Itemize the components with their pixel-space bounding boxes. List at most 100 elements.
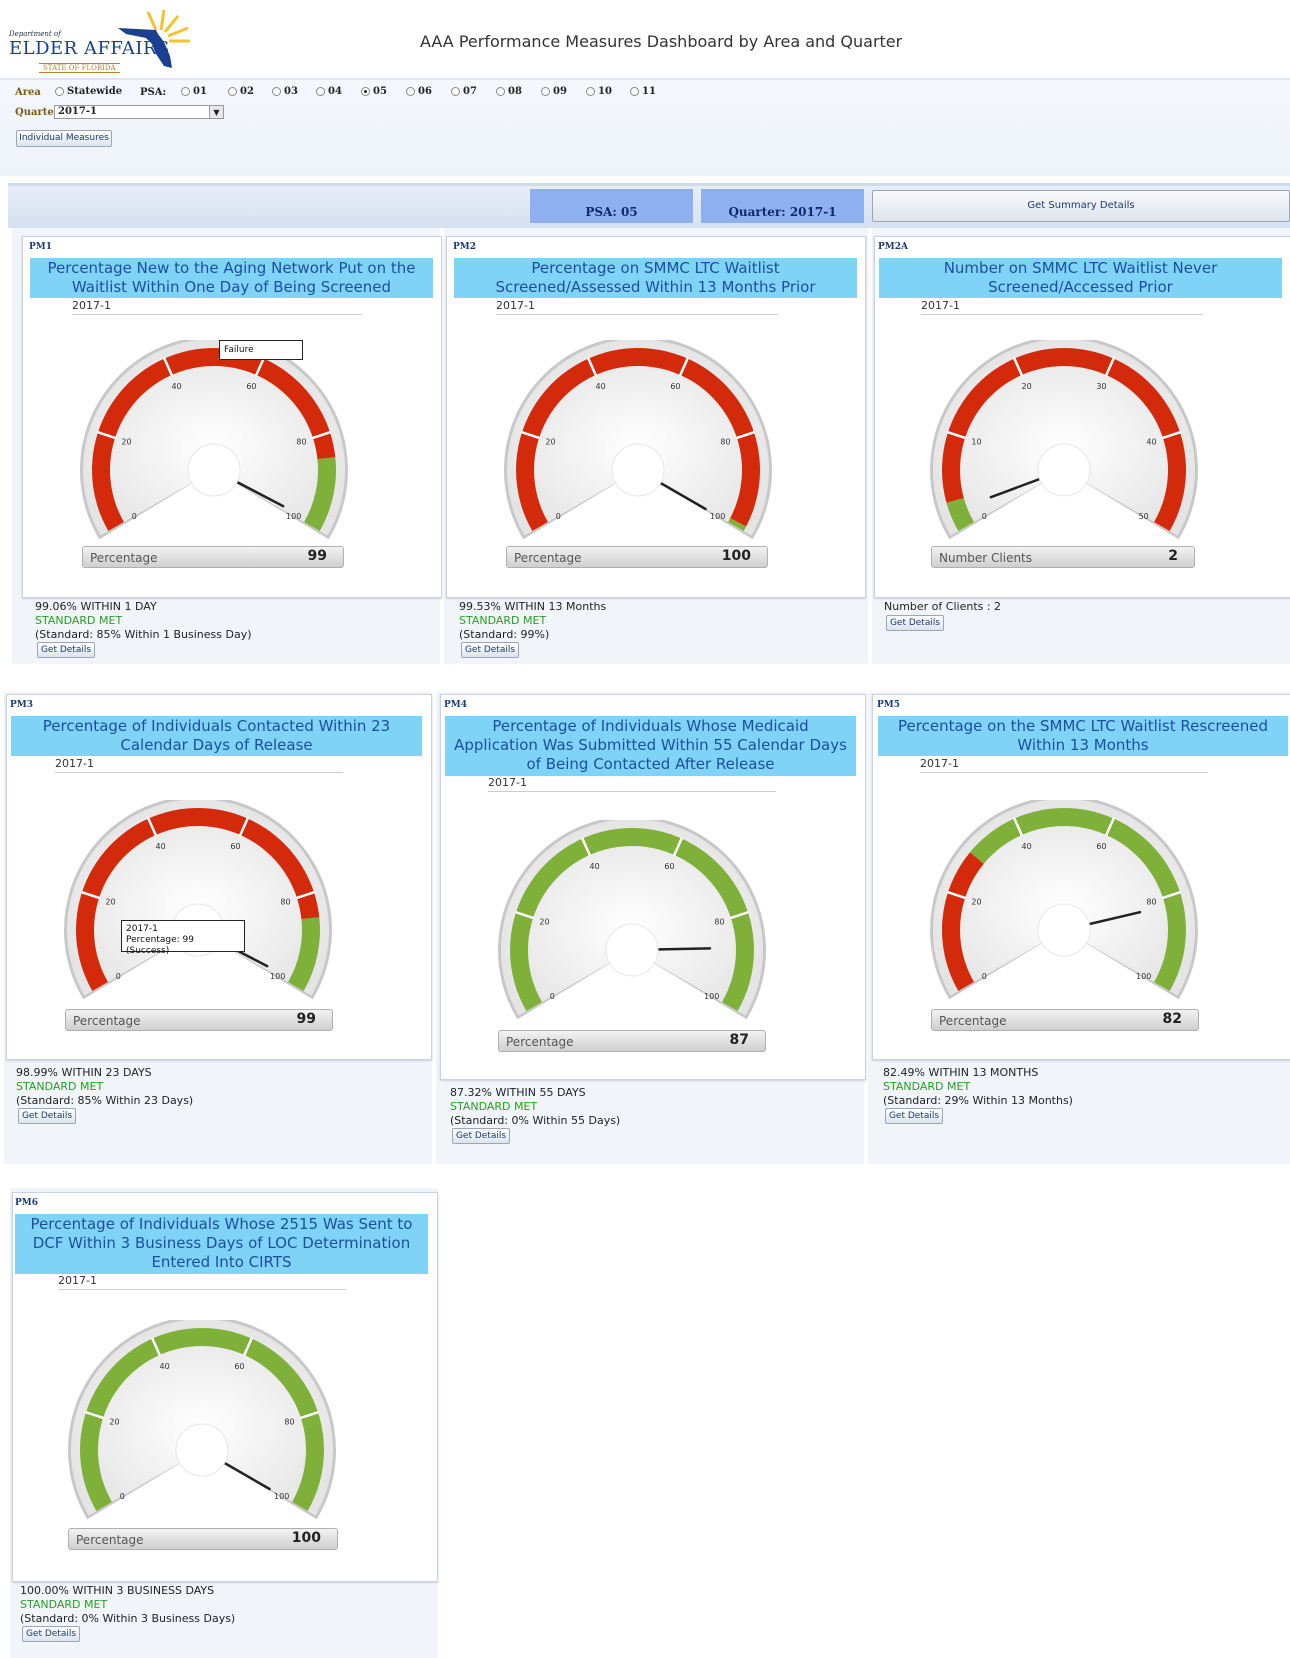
pm5-status: STANDARD MET <box>883 1080 971 1093</box>
pm4-standard: (Standard: 0% Within 55 Days) <box>450 1114 621 1127</box>
pm6-gauge-tick-label-20: 20 <box>109 1418 119 1427</box>
pm6-gauge-tick-label-60: 60 <box>234 1362 244 1371</box>
pm6-gauge-tick-label-80: 80 <box>284 1418 294 1427</box>
pm3-divider <box>55 772 343 773</box>
pm6-readout-label: Percentage <box>76 1533 144 1547</box>
page-title: AAA Performance Measures Dashboard by Ar… <box>420 32 903 51</box>
pm5-result: 82.49% WITHIN 13 MONTHS <box>883 1066 1039 1079</box>
psa-radio-02[interactable]: 02 <box>228 86 254 97</box>
pm2a-get-details-button[interactable]: Get Details <box>886 615 944 631</box>
pm3-tooltip-quarter: 2017-1 <box>126 924 158 934</box>
pm6-divider <box>58 1289 346 1290</box>
pm2-readout-value: 100 <box>721 548 751 564</box>
pm2a-gauge-tick-label-50: 50 <box>1139 512 1149 521</box>
psa-radio-06[interactable]: 06 <box>406 86 432 97</box>
logo-name-text: ELDER AFFAIRS <box>9 38 170 59</box>
radio-circle[interactable] <box>228 87 237 96</box>
pm3-get-details-button[interactable]: Get Details <box>18 1108 76 1124</box>
pm1-readout: Percentage 99 <box>82 546 344 568</box>
pm2-standard: (Standard: 99%) <box>459 628 550 641</box>
pm5-readout-value: 82 <box>1162 1011 1182 1027</box>
radio-circle[interactable] <box>630 87 639 96</box>
pm4-get-details-button[interactable]: Get Details <box>452 1128 510 1144</box>
psa-option-label: 11 <box>642 86 656 97</box>
psa-option-label: 03 <box>284 86 298 97</box>
psa-option-label: 08 <box>508 86 522 97</box>
pm2-title: Percentage on SMMC LTC Waitlist Screened… <box>454 258 857 298</box>
logo-department-text: Department of <box>9 30 61 38</box>
psa-radio-09[interactable]: 09 <box>541 86 567 97</box>
radio-circle[interactable] <box>451 87 460 96</box>
radio-circle[interactable] <box>55 87 64 96</box>
radio-circle-selected[interactable] <box>361 87 370 96</box>
pm2a-readout-label: Number Clients <box>939 551 1033 565</box>
pm6-get-details-button[interactable]: Get Details <box>22 1626 80 1642</box>
pm1-title: Percentage New to the Aging Network Put … <box>30 258 433 298</box>
pm2-get-details-button[interactable]: Get Details <box>461 642 519 658</box>
pm2a-readout: Number Clients 2 <box>931 546 1195 568</box>
radio-circle[interactable] <box>586 87 595 96</box>
quarter-dropdown[interactable]: 2017-1 ▼ <box>54 105 224 119</box>
pm4-gauge-tick-label-80: 80 <box>714 918 724 927</box>
pm2a-gauge-tick-label-40: 40 <box>1146 438 1156 447</box>
pm2a-gauge-tick-label-0: 0 <box>982 512 987 521</box>
psa-radio-03[interactable]: 03 <box>272 86 298 97</box>
radio-circle[interactable] <box>496 87 505 96</box>
pm3-gauge: 0 20 40 60 80 100 <box>56 800 340 1000</box>
pm5-divider <box>920 772 1208 773</box>
radio-circle[interactable] <box>316 87 325 96</box>
radio-circle[interactable] <box>272 87 281 96</box>
pm4-code: PM4 <box>444 700 467 710</box>
pm2a-gauge-tick-label-30: 30 <box>1096 382 1106 391</box>
quarter-summary-box: Quarter: 2017-1 <box>701 189 864 223</box>
pm2a-gauge-svg: 0 10 20 30 40 50 <box>930 340 1198 540</box>
pm5-quarter-label: 2017-1 <box>920 757 959 770</box>
pm5-get-details-button[interactable]: Get Details <box>885 1108 943 1124</box>
pm6-gauge: 0 20 40 60 80 100 <box>60 1320 344 1520</box>
pm1-gauge-tick-label-20: 20 <box>121 438 131 447</box>
pm6-title: Percentage of Individuals Whose 2515 Was… <box>15 1214 428 1274</box>
get-summary-details-button[interactable]: Get Summary Details <box>872 190 1290 222</box>
psa-option-label: 05 <box>373 86 387 97</box>
radio-circle[interactable] <box>406 87 415 96</box>
individual-measures-button[interactable]: Individual Measures <box>16 130 112 147</box>
pm3-status: STANDARD MET <box>16 1080 104 1093</box>
psa-radio-07[interactable]: 07 <box>451 86 477 97</box>
pm2a-code: PM2A <box>878 242 908 252</box>
pm4-readout: Percentage 87 <box>498 1030 766 1052</box>
psa-radio-04[interactable]: 04 <box>316 86 342 97</box>
pm1-readout-value: 99 <box>307 548 327 564</box>
pm5-gauge-tick-label-100: 100 <box>1136 972 1151 981</box>
psa-radio-05[interactable]: 05 <box>361 86 387 97</box>
psa-label: PSA: <box>140 87 167 98</box>
pm5-gauge-svg: 0 20 40 60 80 100 <box>930 800 1198 1000</box>
pm2-gauge-tick-label-20: 20 <box>545 438 555 447</box>
pm5-gauge-tick-label-40: 40 <box>1021 842 1031 851</box>
pm4-quarter-label: 2017-1 <box>488 776 527 789</box>
pm6-readout: Percentage 100 <box>68 1528 338 1550</box>
chevron-down-icon[interactable]: ▼ <box>209 106 223 118</box>
pm4-gauge-hub <box>605 923 659 977</box>
radio-circle[interactable] <box>541 87 550 96</box>
psa-radio-08[interactable]: 08 <box>496 86 522 97</box>
pm2-gauge-tick-label-80: 80 <box>720 438 730 447</box>
pm3-gauge-tick-label-60: 60 <box>230 842 240 851</box>
pm3-gauge-tick-label-40: 40 <box>155 842 165 851</box>
pm2a-gauge-hub <box>1037 443 1091 497</box>
pm3-title: Percentage of Individuals Contacted With… <box>11 716 422 756</box>
pm1-get-details-button[interactable]: Get Details <box>37 642 95 658</box>
pm6-gauge-hub <box>175 1423 229 1477</box>
pm2-divider <box>496 314 778 315</box>
pm1-gauge: 0 20 40 60 80 100 <box>72 340 356 540</box>
pm6-gauge-tick-label-40: 40 <box>159 1362 169 1371</box>
psa-option-label: 10 <box>598 86 612 97</box>
statewide-radio[interactable]: Statewide <box>55 86 122 97</box>
psa-radio-11[interactable]: 11 <box>630 86 656 97</box>
pm3-quarter-label: 2017-1 <box>55 757 94 770</box>
psa-radio-10[interactable]: 10 <box>586 86 612 97</box>
pm2a-title: Number on SMMC LTC Waitlist Never Screen… <box>879 258 1282 298</box>
psa-radio-01[interactable]: 01 <box>181 86 207 97</box>
pm5-code: PM5 <box>877 700 900 710</box>
pm1-quarter-label: 2017-1 <box>72 299 111 312</box>
radio-circle[interactable] <box>181 87 190 96</box>
